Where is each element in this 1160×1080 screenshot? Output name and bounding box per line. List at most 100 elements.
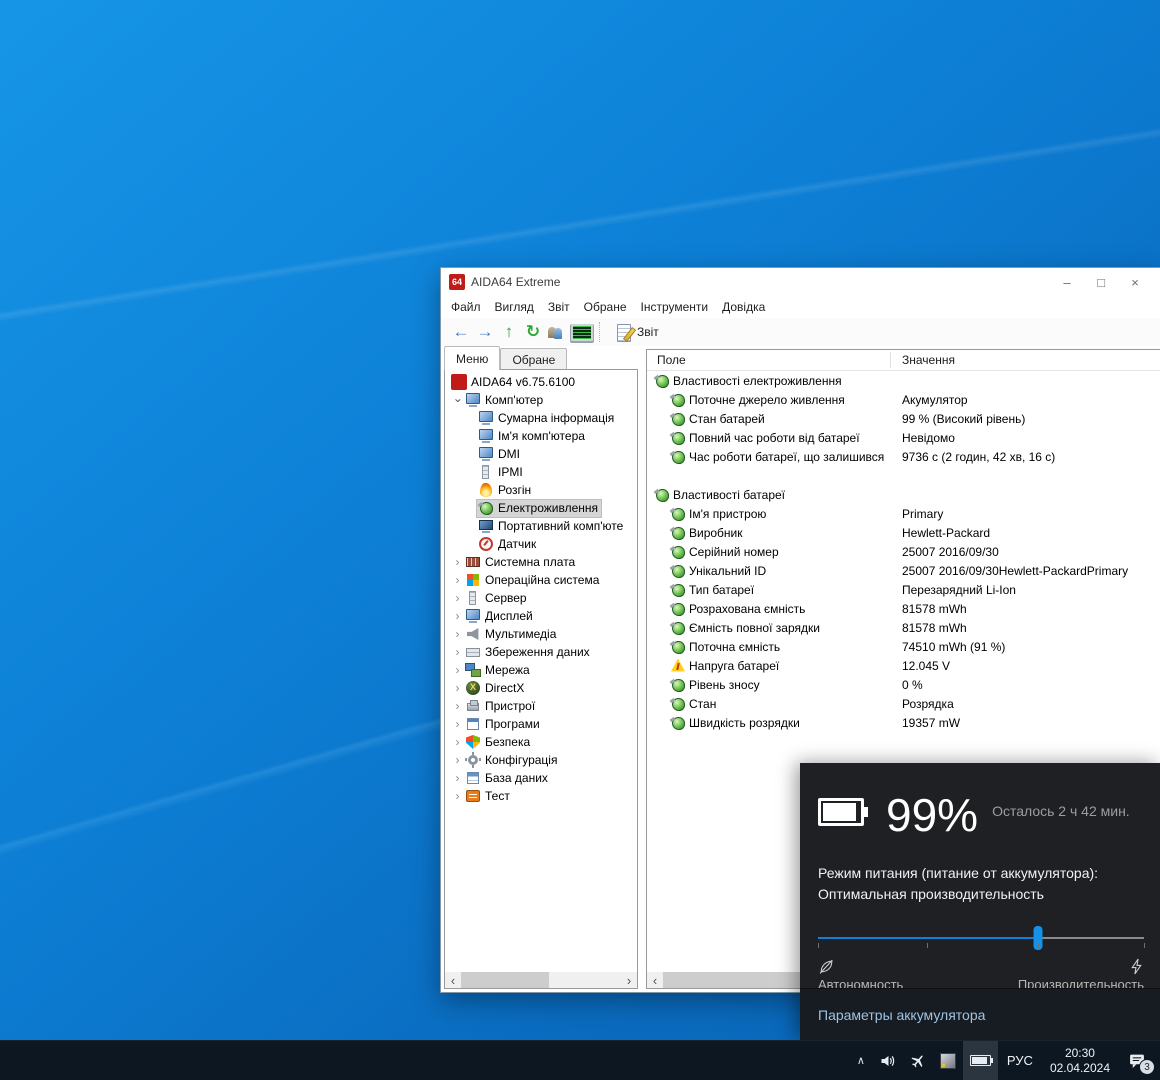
chevron-collapsed-icon[interactable]: [451, 790, 464, 803]
field-row[interactable]: Ім'я пристроюPrimary: [647, 504, 1160, 523]
tree-item-box[interactable]: AIDA64 v6.75.6100: [450, 374, 578, 391]
tree-item[interactable]: DirectX: [445, 679, 637, 697]
tree-item[interactable]: Системна плата: [445, 553, 637, 571]
chevron-collapsed-icon[interactable]: [451, 628, 464, 641]
field-row[interactable]: Тип батареїПерезарядний Li-Ion: [647, 580, 1160, 599]
field-row[interactable]: ВиробникHewlett-Packard: [647, 523, 1160, 542]
volume-icon[interactable]: [872, 1041, 903, 1080]
menu-item[interactable]: Обране: [577, 300, 634, 314]
field-row[interactable]: Швидкість розрядки19357 mW: [647, 713, 1160, 732]
tree-item-box[interactable]: База даних: [464, 770, 551, 787]
tree-item-box[interactable]: Сумарна інформація: [477, 410, 617, 427]
tree-item-box[interactable]: Мережа: [464, 662, 533, 679]
field-row[interactable]: Ємність повної зарядки81578 mWh: [647, 618, 1160, 637]
field-row[interactable]: Напруга батареї12.045 V: [647, 656, 1160, 675]
report-button[interactable]: Звіт: [608, 322, 667, 343]
tree-item[interactable]: Збереження даних: [445, 643, 637, 661]
tree-item[interactable]: Тест: [445, 787, 637, 805]
menu-item[interactable]: Довідка: [715, 300, 772, 314]
chevron-collapsed-icon[interactable]: [451, 610, 464, 623]
tree-item-box[interactable]: Конфігурація: [464, 752, 560, 769]
field-row[interactable]: Повний час роботи від батареїНевідомо: [647, 428, 1160, 447]
tree-item[interactable]: Ім'я комп'ютера: [445, 427, 637, 445]
battery-tray-icon[interactable]: [963, 1041, 998, 1080]
tree-item[interactable]: Сумарна інформація: [445, 409, 637, 427]
chevron-collapsed-icon[interactable]: [451, 664, 464, 677]
close-button[interactable]: ×: [1118, 269, 1152, 295]
refresh-icon[interactable]: ↻: [521, 321, 545, 343]
tree-item-box[interactable]: Мультимедіа: [464, 626, 559, 643]
chevron-collapsed-icon[interactable]: [451, 592, 464, 605]
scroll-left-icon[interactable]: ‹: [445, 972, 461, 988]
tree-item[interactable]: Мультимедіа: [445, 625, 637, 643]
tree-item[interactable]: Розгін: [445, 481, 637, 499]
fields-header[interactable]: Поле Значення: [647, 350, 1160, 371]
tree-item[interactable]: IPMI: [445, 463, 637, 481]
group-row[interactable]: Властивості батареї: [647, 485, 1160, 504]
tree-item-box[interactable]: Безпека: [464, 734, 533, 751]
field-row[interactable]: Поточне джерело живленняАкумулятор: [647, 390, 1160, 409]
minimize-button[interactable]: –: [1050, 269, 1084, 295]
field-row[interactable]: Унікальний ID25007 2016/09/30Hewlett-Pac…: [647, 561, 1160, 580]
tree-item-box[interactable]: Системна плата: [464, 554, 578, 571]
slider-track[interactable]: [818, 937, 1144, 939]
tree-item-box[interactable]: Ім'я комп'ютера: [477, 428, 588, 445]
chevron-collapsed-icon[interactable]: [451, 754, 464, 767]
field-row[interactable]: Рівень зносу0 %: [647, 675, 1160, 694]
power-mode-slider[interactable]: [818, 926, 1144, 952]
up-icon[interactable]: ↑: [497, 321, 521, 343]
tab-favorites[interactable]: Обране: [500, 348, 567, 370]
column-header-value[interactable]: Значення: [902, 353, 955, 367]
tree-item-box[interactable]: Дисплей: [464, 608, 536, 625]
chevron-collapsed-icon[interactable]: [451, 700, 464, 713]
tree-item[interactable]: Конфігурація: [445, 751, 637, 769]
scroll-right-icon[interactable]: ›: [621, 972, 637, 988]
group-row[interactable]: Властивості електроживлення: [647, 371, 1160, 390]
chevron-collapsed-icon[interactable]: [451, 646, 464, 659]
chevron-expanded-icon[interactable]: [451, 394, 464, 407]
tree-item-box[interactable]: DirectX: [464, 680, 527, 697]
chevron-collapsed-icon[interactable]: [451, 682, 464, 695]
tree-item-box[interactable]: IPMI: [477, 464, 526, 481]
menu-item[interactable]: Звіт: [541, 300, 577, 314]
chevron-collapsed-icon[interactable]: [451, 772, 464, 785]
tab-menu[interactable]: Меню: [444, 346, 500, 370]
chevron-collapsed-icon[interactable]: [451, 718, 464, 731]
tree-item-box[interactable]: DMI: [477, 446, 523, 463]
tree-item[interactable]: AIDA64 v6.75.6100: [445, 373, 637, 391]
tree-item-box[interactable]: Пристрої: [464, 698, 538, 715]
tray-app-icon[interactable]: [933, 1041, 963, 1080]
field-row[interactable]: Серійний номер25007 2016/09/30: [647, 542, 1160, 561]
scroll-thumb[interactable]: [461, 972, 549, 988]
tree-item[interactable]: База даних: [445, 769, 637, 787]
maximize-button[interactable]: □: [1084, 269, 1118, 295]
field-row[interactable]: Стан батарей99 % (Високий рівень): [647, 409, 1160, 428]
hidden-icons-chevron-icon[interactable]: ∧: [850, 1041, 872, 1080]
chevron-collapsed-icon[interactable]: [451, 736, 464, 749]
language-indicator[interactable]: РУС: [998, 1053, 1042, 1068]
tree-item[interactable]: Безпека: [445, 733, 637, 751]
tree-item-box[interactable]: Програми: [464, 716, 543, 733]
airplane-mode-icon[interactable]: [903, 1041, 933, 1080]
menu-item[interactable]: Файл: [444, 300, 488, 314]
action-center-icon[interactable]: 3: [1118, 1041, 1160, 1080]
tree-item[interactable]: Програми: [445, 715, 637, 733]
tree-item-box[interactable]: Комп'ютер: [464, 392, 546, 409]
column-header-field[interactable]: Поле: [647, 353, 686, 367]
tree-item-box[interactable]: Операційна система: [464, 572, 602, 589]
tree-item-box[interactable]: Розгін: [477, 482, 534, 499]
scroll-left-icon[interactable]: ‹: [647, 972, 663, 988]
field-row[interactable]: Поточна ємність74510 mWh (91 %): [647, 637, 1160, 656]
clock[interactable]: 20:30 02.04.2024: [1042, 1046, 1118, 1076]
field-row[interactable]: Час роботи батареї, що залишився9736 с (…: [647, 447, 1160, 466]
tree-item[interactable]: Мережа: [445, 661, 637, 679]
tree-item[interactable]: Операційна система: [445, 571, 637, 589]
column-divider[interactable]: [890, 352, 891, 368]
tree-item-box[interactable]: Портативний комп'юте: [477, 518, 626, 535]
back-icon[interactable]: ←: [449, 321, 473, 343]
tree-item-box[interactable]: Сервер: [464, 590, 530, 607]
battery-settings-link[interactable]: Параметры аккумулятора: [818, 1007, 985, 1023]
tree-hscrollbar[interactable]: ‹ ›: [445, 972, 637, 988]
pane-splitter[interactable]: [638, 346, 646, 989]
chevron-collapsed-icon[interactable]: [451, 556, 464, 569]
